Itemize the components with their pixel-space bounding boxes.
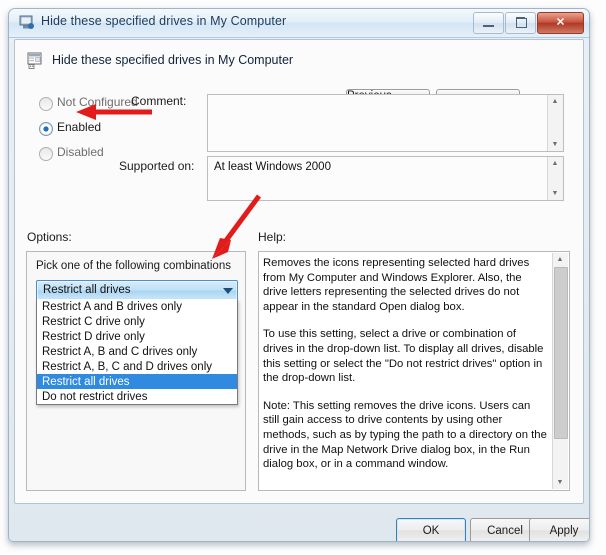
- minimize-button[interactable]: [473, 12, 504, 34]
- supported-on-field[interactable]: At least Windows 2000 ▲ ▼: [207, 156, 564, 201]
- drive-combination-dropdown[interactable]: Restrict all drives: [36, 280, 238, 301]
- help-scrollbar[interactable]: ▲ ▼: [552, 253, 568, 489]
- scroll-up-icon[interactable]: ▲: [548, 157, 562, 170]
- apply-button[interactable]: Apply: [529, 518, 589, 541]
- dropdown-item[interactable]: Do not restrict drives: [37, 389, 237, 404]
- dropdown-item[interactable]: Restrict C drive only: [37, 314, 237, 329]
- dialog-body: Hide these specified drives in My Comput…: [14, 39, 584, 504]
- policy-setting-icon: [27, 52, 42, 69]
- screenshot-root: Hide these specified drives in My Comput…: [0, 0, 606, 555]
- radio-icon-not-configured: [39, 97, 53, 111]
- help-paragraph: To use this setting, select a drive or c…: [263, 328, 544, 385]
- setting-title: Hide these specified drives in My Comput…: [52, 53, 294, 67]
- dropdown-item[interactable]: Restrict A and B drives only: [37, 299, 237, 314]
- supported-on-value: At least Windows 2000: [214, 161, 331, 173]
- help-section-label: Help:: [258, 230, 287, 244]
- radio-label-enabled: Enabled: [57, 120, 102, 134]
- options-panel: Pick one of the following combinations R…: [26, 251, 246, 491]
- minimize-icon: [483, 25, 494, 27]
- comment-label: Comment:: [131, 94, 187, 108]
- help-text: Removes the icons representing selected …: [263, 256, 549, 486]
- close-icon: ✕: [555, 16, 566, 29]
- dialog-window: Hide these specified drives in My Comput…: [8, 8, 590, 542]
- policy-setting-icon: [19, 15, 34, 29]
- help-paragraph: Also, this setting does not prevent user…: [263, 485, 549, 487]
- dropdown-option-list[interactable]: Restrict A and B drives only Restrict C d…: [36, 299, 238, 405]
- dropdown-item[interactable]: Restrict A, B and C drives only: [37, 344, 237, 359]
- comment-input[interactable]: ▲ ▼: [207, 94, 564, 152]
- radio-label-disabled: Disabled: [57, 145, 104, 159]
- options-section-label: Options:: [27, 230, 72, 244]
- supported-on-scrollbar[interactable]: ▲ ▼: [547, 157, 563, 200]
- title-bar[interactable]: Hide these specified drives in My Comput…: [9, 9, 589, 38]
- close-button[interactable]: ✕: [537, 12, 584, 34]
- window-controls: ✕: [472, 12, 584, 34]
- scroll-down-icon[interactable]: ▼: [553, 476, 567, 489]
- scroll-down-icon[interactable]: ▼: [548, 187, 562, 200]
- radio-label-not-configured: Not Configured: [57, 95, 138, 109]
- help-paragraph: Note: This setting removes the drive ico…: [263, 399, 547, 471]
- help-paragraph: Removes the icons representing selected …: [263, 257, 530, 313]
- dropdown-selected-value: Restrict all drives: [43, 284, 131, 296]
- help-panel: Removes the icons representing selected …: [258, 251, 570, 491]
- maximize-button[interactable]: [505, 12, 536, 34]
- pick-combination-label: Pick one of the following combinations: [36, 260, 231, 272]
- ok-button[interactable]: OK: [396, 518, 466, 541]
- radio-icon-enabled-selected: [39, 122, 53, 136]
- scroll-up-icon[interactable]: ▲: [553, 253, 567, 266]
- maximize-icon: [516, 17, 527, 28]
- chevron-down-icon[interactable]: [223, 288, 233, 294]
- radio-icon-disabled: [39, 147, 53, 161]
- comment-scrollbar[interactable]: ▲ ▼: [547, 95, 563, 151]
- dropdown-item[interactable]: Restrict A, B, C and D drives only: [37, 359, 237, 374]
- dropdown-item[interactable]: Restrict all drives: [37, 374, 237, 389]
- supported-on-label: Supported on:: [119, 159, 195, 173]
- scroll-down-icon[interactable]: ▼: [548, 138, 562, 151]
- scroll-up-icon[interactable]: ▲: [548, 95, 562, 108]
- scrollbar-thumb[interactable]: [554, 267, 568, 439]
- window-title: Hide these specified drives in My Comput…: [41, 14, 287, 28]
- dropdown-item[interactable]: Restrict D drive only: [37, 329, 237, 344]
